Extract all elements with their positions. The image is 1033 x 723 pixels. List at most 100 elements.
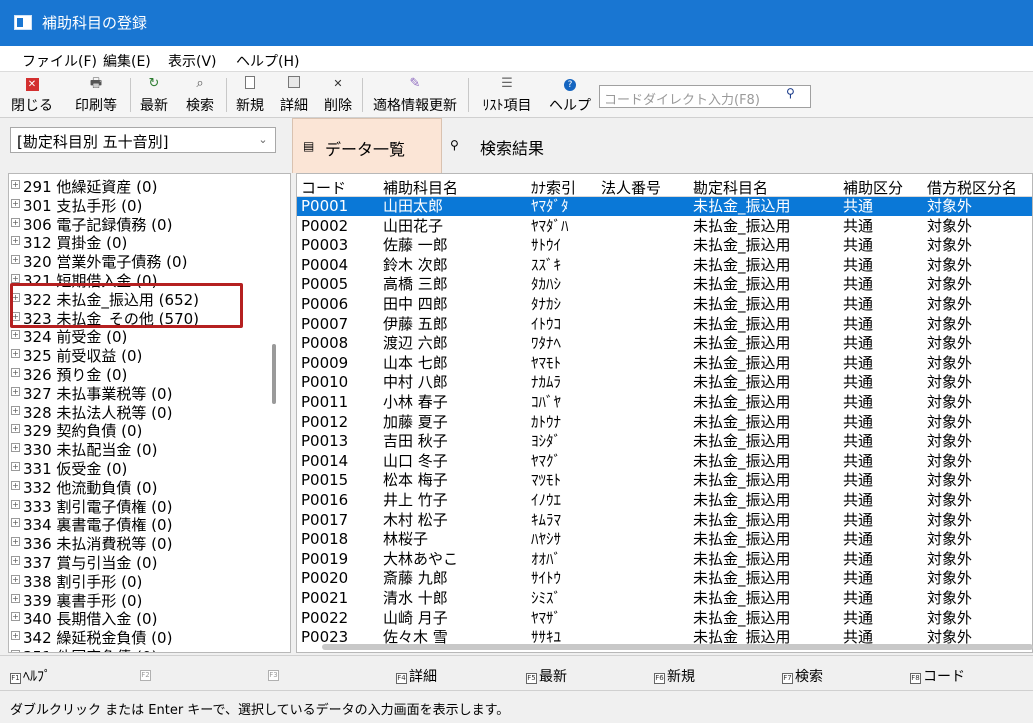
table-row[interactable]: P0020 斎藤 九郎 ｻｲﾄｳ 未払金_振込用 共通 対象外: [297, 569, 1032, 588]
table-cell: 共通: [843, 295, 874, 313]
table-cell: ｶﾄｳﾅ: [531, 412, 562, 431]
table-row[interactable]: P0013 吉田 秋子 ﾖｼﾀﾞ 未払金_振込用 共通 対象外: [297, 432, 1032, 451]
table-cell: 共通: [843, 608, 874, 627]
table-cell: 山口 冬子: [383, 451, 448, 470]
table-row[interactable]: P0001 山田太郎 ﾔﾏﾀﾞﾀ 未払金_振込用 共通 対象外: [297, 197, 1032, 216]
table-row[interactable]: P0017 木村 松子 ｷﾑﾗﾏ 未払金_振込用 共通 対象外: [297, 510, 1032, 530]
fkey-f5[interactable]: F5 最新: [526, 666, 567, 686]
table-row[interactable]: P0012 加藤 夏子 ｶﾄｳﾅ 未払金_振込用 共通 対象外: [297, 412, 1032, 432]
expand-icon[interactable]: +: [11, 349, 20, 359]
table-row[interactable]: P0019 大林あやこ ｵｵﾊﾞ 未払金_振込用 共通 対象外: [297, 550, 1032, 569]
table-row[interactable]: P0011 小林 春子 ｺﾊﾞﾔ 未払金_振込用 共通 対象外: [297, 393, 1032, 412]
delete-button[interactable]: ✕ 削除: [318, 76, 358, 116]
menu-help[interactable]: ヘルプ(H): [236, 51, 299, 71]
table-cell: 未払金_振込用: [693, 569, 791, 588]
table-row[interactable]: P0014 山口 冬子 ﾔﾏｸﾞ 未払金_振込用 共通 対象外: [297, 451, 1032, 471]
table-cell: 未払金_振込用: [693, 510, 791, 529]
expand-icon[interactable]: +: [11, 368, 20, 377]
table-row[interactable]: P0006 田中 四郎 ﾀﾅｶｼ 未払金_振込用 共通 対象外: [297, 295, 1032, 314]
expand-icon[interactable]: +: [11, 330, 20, 340]
help-button[interactable]: ? ヘルプ: [546, 76, 594, 116]
status-bar: ダブルクリック または Enter キーで、選択しているデータの入力画面を表示し…: [0, 690, 1033, 723]
tree-scrollbar[interactable]: [272, 344, 276, 404]
fkey-f1[interactable]: F1 ﾍﾙﾌﾟ: [10, 666, 51, 686]
grid-horizontal-scrollbar[interactable]: [322, 644, 1033, 650]
list-items-button[interactable]: ☰ ﾘｽﾄ項目: [474, 76, 540, 116]
table-cell: ﾜﾀﾅﾍ: [531, 334, 562, 353]
table-row[interactable]: P0018 林桜子 ﾊﾔｼｻ 未払金_振込用 共通 対象外: [297, 530, 1032, 549]
expand-icon[interactable]: +: [11, 518, 20, 528]
column-header[interactable]: 補助区分: [843, 177, 903, 198]
table-row[interactable]: P0007 伊藤 五郎 ｲﾄｳｺ 未払金_振込用 共通 対象外: [297, 315, 1032, 334]
tab-data-list[interactable]: ▤ データ一覧: [292, 118, 442, 173]
expand-icon[interactable]: +: [11, 574, 20, 584]
expand-icon[interactable]: +: [11, 631, 20, 641]
expand-icon[interactable]: +: [11, 217, 20, 227]
fkey-f3[interactable]: F3: [268, 666, 281, 682]
account-tree[interactable]: +291 他繰延資産 (0) +301 支払手形 (0) +306 電子記録債務 (…: [8, 173, 291, 653]
code-direct-input[interactable]: コードダイレクト入力(F8): [599, 85, 811, 108]
chevron-down-icon[interactable]: ⌄: [252, 128, 274, 152]
expand-icon[interactable]: +: [11, 180, 20, 189]
expand-icon[interactable]: +: [11, 537, 20, 547]
column-header[interactable]: 補助科目名: [383, 177, 458, 198]
table-row[interactable]: P0022 山崎 月子 ﾔﾏｻﾞ 未払金_振込用 共通 対象外: [297, 608, 1032, 628]
table-row[interactable]: P0002 山田花子 ﾔﾏﾀﾞﾊ 未払金_振込用 共通 対象外: [297, 216, 1032, 236]
search-button[interactable]: ⌕ 検索: [180, 76, 220, 116]
menu-view[interactable]: 表示(V): [168, 51, 217, 71]
table-cell: ﾖｼﾀﾞ: [531, 432, 562, 451]
fkey-f2[interactable]: F2: [140, 666, 153, 682]
table-cell: P0012: [301, 412, 349, 431]
table-cell: 共通: [843, 471, 874, 490]
expand-icon[interactable]: +: [11, 480, 20, 490]
expand-icon[interactable]: +: [11, 274, 20, 283]
table-row[interactable]: P0004 鈴木 次郎 ｽｽﾞｷ 未払金_振込用 共通 対象外: [297, 255, 1032, 275]
expand-icon[interactable]: +: [11, 236, 20, 246]
expand-icon[interactable]: +: [11, 593, 20, 603]
column-header[interactable]: 勘定科目名: [693, 177, 768, 198]
expand-icon[interactable]: +: [11, 405, 20, 415]
menu-edit[interactable]: 編集(E): [103, 51, 151, 71]
data-grid[interactable]: コード 補助科目名 ｶﾅ索引 法人番号 勘定科目名 補助区分 借方税区分名 P0001 山田太…: [296, 173, 1033, 653]
table-cell: ﾔﾏﾀﾞﾊ: [531, 216, 569, 235]
search-icon[interactable]: ⚲: [786, 86, 795, 100]
menu-file[interactable]: ファイル(F): [22, 51, 97, 71]
expand-icon[interactable]: +: [11, 499, 20, 509]
fkey-f6[interactable]: F6 新規: [654, 666, 695, 686]
expand-icon[interactable]: +: [11, 443, 20, 453]
print-button[interactable]: 🖶 印刷等: [66, 76, 126, 116]
table-row[interactable]: P0009 山本 七郎 ﾔﾏﾓﾄ 未払金_振込用 共通 対象外: [297, 354, 1032, 373]
table-cell: ｽｽﾞｷ: [531, 255, 562, 274]
detail-button[interactable]: 詳細: [274, 76, 314, 116]
fkey-f8[interactable]: F8 コード: [910, 666, 965, 686]
table-row[interactable]: P0010 中村 八郎 ﾅｶﾑﾗ 未払金_振込用 共通 対象外: [297, 373, 1032, 392]
table-row[interactable]: P0003 佐藤 一郎 ｻﾄｳｲ 未払金_振込用 共通 対象外: [297, 236, 1032, 255]
expand-icon[interactable]: +: [11, 556, 20, 565]
table-row[interactable]: P0008 渡辺 六郎 ﾜﾀﾅﾍ 未払金_振込用 共通 対象外: [297, 334, 1032, 353]
expand-icon[interactable]: +: [11, 198, 20, 208]
qualified-update-button[interactable]: ✎ 適格情報更新: [366, 76, 464, 116]
list-icon: ☰: [501, 76, 513, 91]
expand-icon[interactable]: +: [11, 255, 20, 265]
table-cell: 未払金_振込用: [693, 275, 791, 294]
table-row[interactable]: P0016 井上 竹子 ｲﾉｳｴ 未払金_振込用 共通 対象外: [297, 491, 1032, 510]
fkey-f7[interactable]: F7 検索: [782, 666, 823, 686]
table-row[interactable]: P0005 高橋 三郎 ﾀｶﾊｼ 未払金_振込用 共通 対象外: [297, 275, 1032, 294]
refresh-button[interactable]: ↻ 最新: [134, 76, 174, 116]
account-filter-combo[interactable]: [勘定科目別 五十音別]: [10, 127, 276, 153]
fkey-f4[interactable]: F4 詳細: [396, 666, 437, 686]
expand-icon[interactable]: +: [11, 650, 20, 652]
tab-search-results[interactable]: ⚲ 検索結果: [442, 118, 582, 173]
expand-icon[interactable]: +: [11, 386, 20, 396]
table-row[interactable]: P0021 清水 十郎 ｼﾐｽﾞ 未払金_振込用 共通 対象外: [297, 589, 1032, 608]
table-row[interactable]: P0015 松本 梅子 ﾏﾂﾓﾄ 未払金_振込用 共通 対象外: [297, 471, 1032, 490]
expand-icon[interactable]: +: [11, 462, 20, 471]
new-button[interactable]: 新規: [230, 76, 270, 116]
column-header[interactable]: 借方税区分名: [927, 177, 1017, 198]
expand-icon[interactable]: +: [11, 612, 20, 622]
close-button[interactable]: ✕ 閉じる: [6, 76, 58, 116]
expand-icon[interactable]: +: [11, 424, 20, 434]
column-header[interactable]: 法人番号: [601, 177, 661, 198]
column-header[interactable]: ｶﾅ索引: [531, 177, 576, 198]
column-header[interactable]: コード: [301, 177, 346, 198]
